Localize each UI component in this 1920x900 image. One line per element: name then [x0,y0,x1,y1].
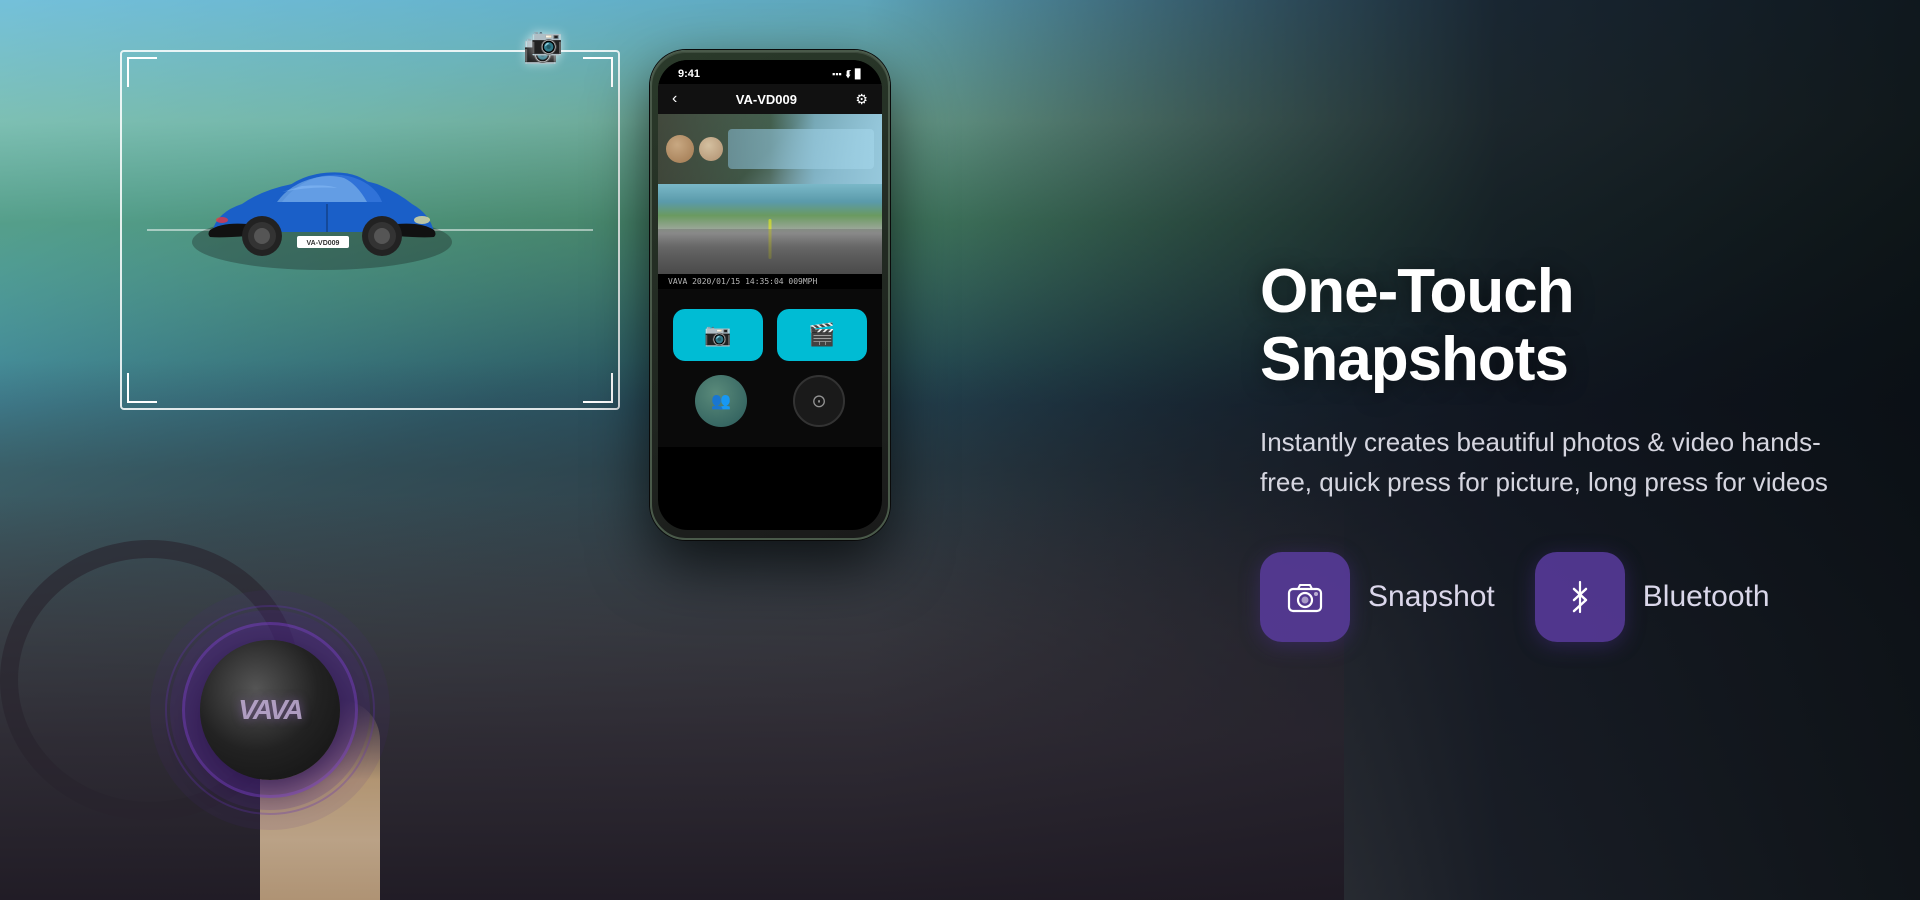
feature-badges: Snapshot Bluetooth [1260,552,1840,642]
snapshot-button[interactable]: 📷 [673,309,763,361]
status-icons: ▪▪▪ ⮮ ▊ [832,69,862,80]
remote-button[interactable]: VAVA [200,640,340,780]
bluetooth-badge-label: Bluetooth [1643,580,1770,614]
main-heading: One-Touch Snapshots [1260,258,1840,394]
controls-grid: 📷 🎬 [673,309,867,361]
bracket-tr [583,57,613,87]
interior-camera-preview [658,114,882,184]
feature-badge-bluetooth: Bluetooth [1535,552,1770,642]
camera-svg-icon [1286,578,1324,616]
status-time: 9:41 [678,68,700,80]
car-svg: VA-VD009 [182,142,462,282]
people-in-car [658,114,882,184]
phone-container: 9:41 ▪▪▪ ⮮ ▊ ‹ VA-VD009 ⚙ [650,50,890,540]
battery-icon: ▊ [855,69,862,80]
back-button[interactable]: ‹ [672,90,677,108]
person-head-1 [666,135,694,163]
video-button[interactable]: 🎬 [777,309,867,361]
snapshot-badge-icon [1260,552,1350,642]
right-panel: One-Touch Snapshots Instantly creates be… [1160,0,1920,900]
face-detect-button[interactable]: ⊙ [793,375,845,427]
camera-frame-icon: 📷 [531,26,563,57]
bracket-bl [127,373,157,403]
app-title: VA-VD009 [736,92,797,107]
snapshot-badge-label: Snapshot [1368,580,1495,614]
person-head-2 [699,137,723,161]
main-description: Instantly creates beautiful photos & vid… [1260,422,1840,503]
snapshot-icon: 📷 [704,322,731,348]
app-header: ‹ VA-VD009 ⚙ [658,84,882,114]
bluetooth-badge-icon [1535,552,1625,642]
phone-screen: 9:41 ▪▪▪ ⮮ ▊ ‹ VA-VD009 ⚙ [658,60,882,530]
app-controls: 📷 🎬 👥 ⊙ [658,289,882,447]
bluetooth-svg-icon [1561,578,1599,616]
gallery-thumbnail[interactable]: 👥 [695,375,747,427]
settings-icon[interactable]: ⚙ [855,91,868,108]
phone-frame: 9:41 ▪▪▪ ⮮ ▊ ‹ VA-VD009 ⚙ [650,50,890,540]
road-camera-preview [658,184,882,274]
bracket-tl [127,57,157,87]
bracket-br [583,373,613,403]
blue-car: VA-VD009 [162,112,482,312]
camera-frame: 📷 [120,50,620,410]
svg-text:VA-VD009: VA-VD009 [307,240,340,247]
video-icon: 🎬 [808,322,835,348]
feature-badge-snapshot: Snapshot [1260,552,1495,642]
wifi-icon: ⮮ [846,69,851,80]
ctrl-bottom-grid: 👥 ⊙ [673,375,867,427]
signal-icon: ▪▪▪ [832,69,842,79]
status-bar: 9:41 ▪▪▪ ⮮ ▊ [658,60,882,84]
timestamp-bar: VAVA 2020/01/15 14:35:04 009MPH [658,274,882,289]
remote-logo: VAVA [238,694,302,726]
car-frame-area: 📷 [100,30,640,430]
